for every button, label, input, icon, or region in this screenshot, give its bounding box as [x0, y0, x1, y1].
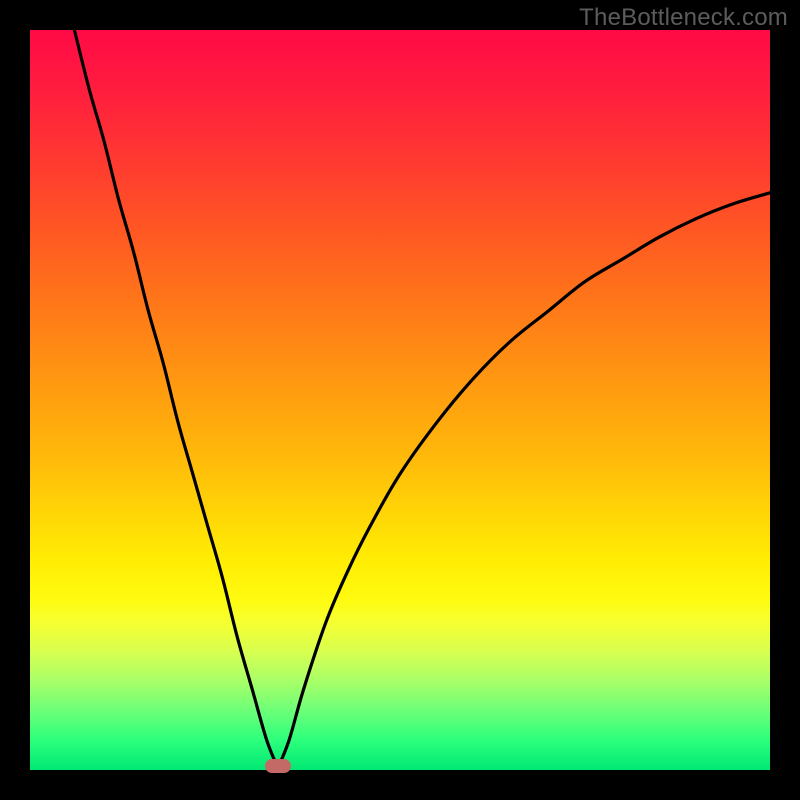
- curve-right: [278, 193, 770, 768]
- chart-frame: TheBottleneck.com: [0, 0, 800, 800]
- curve-left: [74, 30, 278, 768]
- watermark-text: TheBottleneck.com: [579, 4, 788, 32]
- vertex-marker: [265, 759, 291, 773]
- curve-svg: [30, 30, 770, 770]
- plot-area: [30, 30, 770, 770]
